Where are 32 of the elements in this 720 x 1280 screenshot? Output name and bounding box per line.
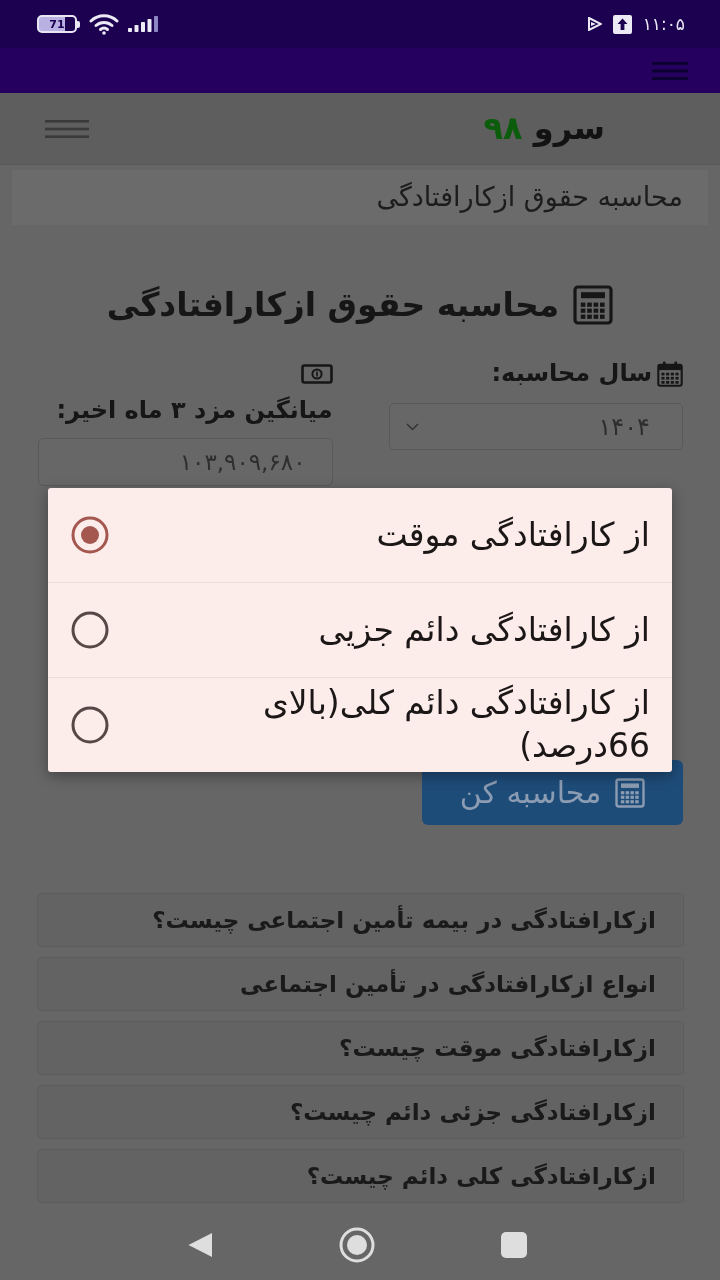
calendar-icon: [657, 360, 683, 387]
home-icon[interactable]: [339, 1227, 375, 1263]
year-select[interactable]: ۱۴۰۴: [388, 403, 683, 450]
wifi-icon: [89, 13, 119, 35]
play-icon: [587, 17, 602, 31]
banknote-icon: [300, 363, 333, 384]
faq-item[interactable]: ازکارافتادگی موقت چیست؟: [37, 1021, 684, 1075]
faq-item[interactable]: ازکارافتادگی در بیمه تأمین اجتماعی چیست؟: [37, 893, 684, 947]
status-time: ۱۱:۰۵: [642, 15, 685, 33]
faq-item[interactable]: انواع ازکارافتادگی در تأمین اجتماعی: [37, 957, 684, 1011]
page-title: محاسبه حقوق ازکارافتادگی: [106, 284, 560, 326]
option-row[interactable]: از کارافتادگی موقت: [48, 488, 672, 583]
field-label: میانگین مزد ۳ ماه اخیر:: [55, 395, 333, 426]
chevron-down-icon: [405, 422, 419, 431]
faq-item[interactable]: ازکارافتادگی کلی دائم چیست؟: [37, 1149, 684, 1203]
upload-icon: [612, 14, 632, 34]
radio-icon[interactable]: [70, 515, 110, 555]
brand-logo[interactable]: سرو ۹۸: [483, 109, 605, 148]
calculator-icon: [573, 285, 614, 325]
option-row[interactable]: از کارافتادگی دائم جزیی: [48, 583, 672, 678]
radio-icon[interactable]: [70, 610, 110, 650]
field-label: سال محاسبه:: [491, 358, 652, 389]
recents-icon[interactable]: [501, 1232, 527, 1258]
breadcrumb-item: محاسبه حقوق ازکارافتادگی: [376, 180, 683, 215]
battery-indicator: 71: [37, 15, 80, 33]
calculator-icon: [615, 777, 646, 808]
radio-icon[interactable]: [70, 705, 110, 745]
signal-icon: [128, 16, 158, 32]
faq-item[interactable]: ازکارافتادگی جزئی دائم چیست؟: [37, 1085, 684, 1139]
back-icon[interactable]: [187, 1232, 213, 1258]
menu-icon: [45, 119, 89, 138]
amount-input-field[interactable]: ۱۰۳,۹۰۹,۶۸۰: [38, 438, 333, 486]
